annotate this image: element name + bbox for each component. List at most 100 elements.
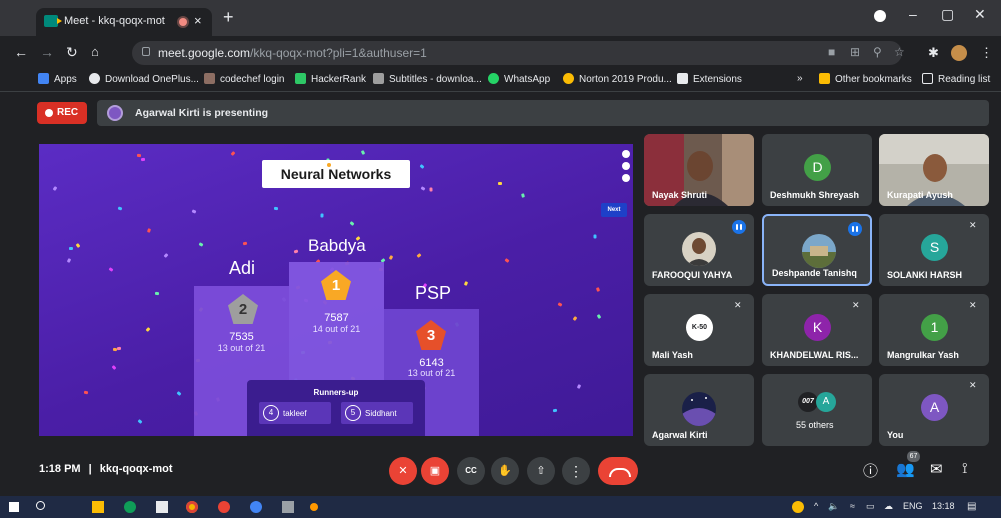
participant-name: Agarwal Kirti — [652, 430, 708, 440]
app-icon[interactable] — [282, 501, 294, 513]
wifi-icon[interactable]: ≈ — [850, 501, 855, 511]
stage-control-icon[interactable] — [622, 174, 630, 182]
forward-arrow-icon[interactable]: → — [40, 44, 54, 60]
back-arrow-icon[interactable]: ← — [14, 44, 28, 60]
participant-tile[interactable]: Nayak Shruti — [644, 134, 754, 206]
title-accent-dot — [327, 163, 331, 167]
confetti-piece — [137, 419, 143, 424]
bookmark-codechef[interactable]: codechef login — [204, 73, 285, 85]
recording-badge[interactable]: REC — [37, 102, 87, 124]
participant-tile[interactable]: Deshpande Tanishq — [762, 214, 872, 286]
confetti-piece — [140, 157, 146, 162]
browser-tab-meet[interactable]: Meet - kkq-qoqx-mot × — [36, 8, 212, 36]
cloud-icon[interactable]: ☁ — [884, 501, 893, 512]
present-screen-button[interactable]: ⇧ — [527, 457, 555, 485]
participant-tile[interactable]: Kurapati Ayush — [879, 134, 989, 206]
chrome-icon[interactable] — [186, 501, 198, 513]
others-count: 55 others — [796, 420, 834, 430]
second-place-detail: 13 out of 21 — [217, 343, 266, 353]
mic-off-button[interactable]: ✕ — [389, 457, 417, 485]
raise-hand-button[interactable]: ✋ — [491, 457, 519, 485]
mic-off-icon: ✕ — [969, 220, 977, 230]
app-icon[interactable] — [310, 503, 318, 511]
notifications-icon[interactable]: ▤ — [967, 501, 976, 512]
confetti-piece — [293, 249, 299, 254]
tray-chevron-icon[interactable]: ^ — [814, 501, 818, 511]
others-tile[interactable]: 007 A 55 others — [762, 374, 872, 446]
browser-toolbar: ← → ↻ ⌂ meet.google.com/kkq-qoqx-mot?pli… — [0, 36, 1001, 70]
end-call-button[interactable] — [598, 457, 638, 485]
participant-tile[interactable]: FAROOQUI YAHYA — [644, 214, 754, 286]
reading-list-icon — [922, 73, 933, 84]
confetti-piece — [419, 164, 425, 169]
participant-tile-self[interactable]: ✕ A You — [879, 374, 989, 446]
globe-icon — [89, 73, 100, 84]
participant-tile[interactable]: D Deshmukh Shreyash — [762, 134, 872, 206]
bookmark-whatsapp[interactable]: WhatsApp — [488, 73, 550, 85]
new-tab-button[interactable]: + — [223, 8, 234, 26]
participant-tile[interactable]: ✕ K-50 Mali Yash — [644, 294, 754, 366]
confetti-piece — [242, 241, 248, 246]
home-icon[interactable]: ⌂ — [91, 44, 99, 59]
participant-tile[interactable]: Agarwal Kirti — [644, 374, 754, 446]
participant-avatar: 1 — [921, 314, 948, 341]
maximize-button[interactable]: ▢ — [941, 6, 954, 23]
stage-control-icon[interactable] — [622, 162, 630, 170]
mic-off-icon: ✕ — [852, 300, 860, 310]
extensions-puzzle-icon[interactable]: ✱ — [928, 45, 939, 61]
bookmark-apps[interactable]: Apps — [38, 73, 77, 85]
minimize-button[interactable]: – — [909, 6, 917, 22]
zoom-icon[interactable]: ⚲ — [873, 45, 882, 59]
other-bookmarks[interactable]: Other bookmarks — [819, 73, 912, 85]
menu-kebab-icon[interactable]: ⋮ — [980, 45, 993, 61]
search-icon[interactable] — [36, 501, 45, 510]
folder-icon — [819, 73, 830, 84]
next-button[interactable]: Next — [601, 203, 627, 217]
store-icon[interactable] — [156, 501, 168, 513]
meet-window: REC Agarwal Kirti is presenting Neural N… — [0, 92, 1001, 518]
participant-tile[interactable]: ✕ 1 Mangrulkar Yash — [879, 294, 989, 366]
file-explorer-icon[interactable] — [92, 501, 104, 513]
app-icon[interactable] — [250, 501, 262, 513]
participant-tile[interactable]: ✕ K KHANDELWAL RIS... — [762, 294, 872, 366]
edge-icon[interactable] — [124, 501, 136, 513]
windows-start-icon[interactable] — [9, 502, 19, 512]
bookmark-hackerrank[interactable]: HackerRank — [295, 73, 366, 85]
more-options-button[interactable]: ⋮ — [562, 457, 590, 485]
chat-icon[interactable]: ✉ — [930, 460, 943, 478]
volume-icon[interactable]: 🔈 — [828, 501, 839, 512]
tray-app-icon[interactable] — [792, 501, 804, 513]
reload-icon[interactable]: ↻ — [66, 44, 78, 61]
confetti-piece — [198, 242, 204, 247]
participant-tile[interactable]: ✕ S SOLANKI HARSH — [879, 214, 989, 286]
camera-off-button[interactable]: ▣ — [421, 457, 449, 485]
bookmark-star-icon[interactable]: ☆ — [894, 45, 905, 59]
camera-in-use-icon[interactable]: ■ — [828, 45, 835, 59]
address-bar[interactable]: meet.google.com/kkq-qoqx-mot?pli=1&authu… — [132, 41, 905, 65]
taskbar-clock[interactable]: 13:18 — [932, 501, 955, 511]
participant-photo — [802, 234, 836, 268]
bookmark-norton[interactable]: Norton 2019 Produ... — [563, 73, 672, 85]
bookmark-extensions[interactable]: Extensions — [677, 73, 742, 85]
bookmark-subtitles[interactable]: Subtitles - downloa... — [373, 73, 482, 85]
meeting-info-icon[interactable]: ⓘ — [863, 460, 878, 481]
close-window-button[interactable]: ✕ — [974, 6, 986, 23]
language-indicator[interactable]: ENG — [903, 501, 923, 511]
account-avatar-icon[interactable] — [951, 45, 967, 61]
tab-close-icon[interactable]: × — [194, 13, 202, 28]
battery-icon[interactable]: ▭ — [866, 501, 875, 512]
recorder-icon[interactable] — [218, 501, 230, 513]
bookmarks-overflow-button[interactable]: » — [797, 73, 803, 84]
stage-control-icon[interactable] — [622, 150, 630, 158]
reading-list[interactable]: Reading list — [922, 73, 990, 85]
confetti-piece — [521, 193, 525, 198]
profile-icon[interactable] — [874, 10, 886, 22]
captions-button[interactable]: CC — [457, 457, 485, 485]
activities-icon[interactable]: ⟟ — [962, 460, 968, 477]
participant-photo — [682, 392, 716, 426]
runner-up-rank: 5 — [345, 405, 361, 421]
people-icon[interactable]: 👥 — [896, 460, 915, 478]
participant-avatar: K — [804, 314, 831, 341]
apps-grid-icon[interactable]: ⊞ — [850, 45, 860, 59]
bookmark-oneplus[interactable]: Download OnePlus... — [89, 73, 199, 85]
